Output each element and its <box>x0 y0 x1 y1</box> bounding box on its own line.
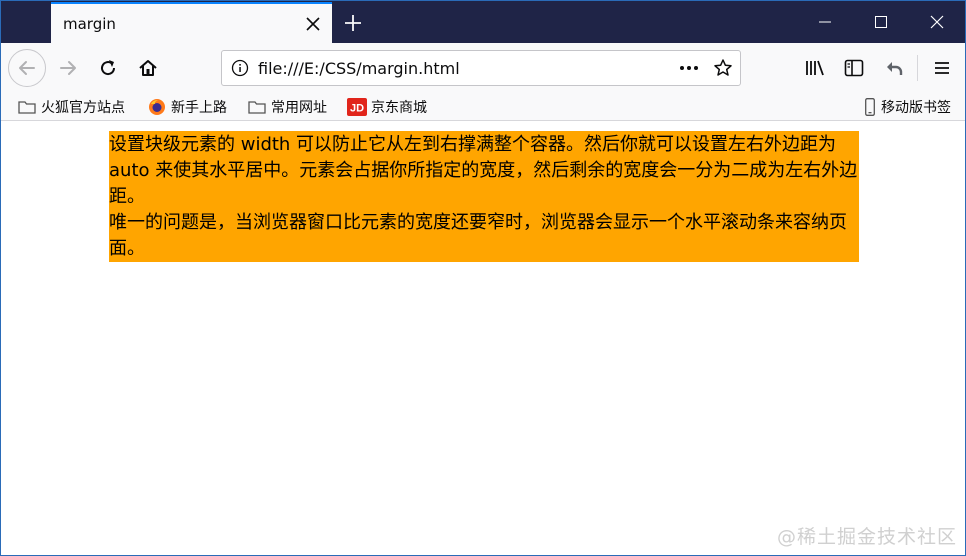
library-icon[interactable] <box>799 52 831 84</box>
centered-block: 设置块级元素的 width 可以防止它从左到右撑满整个容器。然后你就可以设置左右… <box>109 131 859 262</box>
bookmark-label: 新手上路 <box>171 100 227 116</box>
undo-arrow-icon[interactable] <box>878 52 910 84</box>
reload-icon[interactable] <box>92 52 124 84</box>
mobile-bookmarks-label: 移动版书签 <box>881 100 951 116</box>
url-text[interactable]: file:///E:/CSS/margin.html <box>258 59 672 78</box>
window-close-icon[interactable] <box>909 1 965 43</box>
close-tab-icon[interactable] <box>298 9 328 39</box>
paragraph: 设置块级元素的 width 可以防止它从左到右撑满整个容器。然后你就可以设置左右… <box>109 134 858 207</box>
toolbar-divider <box>917 55 918 81</box>
home-icon[interactable] <box>132 52 164 84</box>
minimize-icon[interactable] <box>797 1 853 43</box>
mobile-bookmarks[interactable]: 移动版书签 <box>863 96 951 118</box>
folder-icon <box>17 98 37 116</box>
page-content: 设置块级元素的 width 可以防止它从左到右撑满整个容器。然后你就可以设置左右… <box>1 122 965 555</box>
sidebar-icon[interactable] <box>838 52 870 84</box>
mobile-icon <box>863 98 877 116</box>
tab-title: margin <box>63 14 116 33</box>
svg-text:JD: JD <box>350 103 364 115</box>
bookmark-jd-mall[interactable]: JD 京东商城 <box>347 96 427 118</box>
bookmark-label: 火狐官方站点 <box>41 100 125 116</box>
folder-icon <box>247 98 267 116</box>
bookmark-getting-started[interactable]: 新手上路 <box>147 96 227 118</box>
firefox-icon <box>147 98 167 116</box>
jd-icon: JD <box>347 98 367 116</box>
page-actions-icon[interactable] <box>672 51 706 85</box>
bookmarks-toolbar: 火狐官方站点 新手上路 常用网址 JD 京东商城 移动版书签 <box>1 93 965 121</box>
menu-icon[interactable] <box>926 52 958 84</box>
bookmark-common-sites[interactable]: 常用网址 <box>247 96 327 118</box>
new-tab-icon[interactable] <box>337 7 369 39</box>
bookmark-label: 京东商城 <box>371 100 427 116</box>
bookmark-star-icon[interactable] <box>706 51 740 85</box>
maximize-icon[interactable] <box>853 1 909 43</box>
back-icon[interactable] <box>8 49 46 87</box>
bookmark-label: 常用网址 <box>271 100 327 116</box>
info-icon[interactable] <box>222 51 258 85</box>
tab-margin[interactable]: margin <box>51 2 332 43</box>
url-bar[interactable]: file:///E:/CSS/margin.html <box>221 50 741 86</box>
title-bar: margin <box>1 1 965 43</box>
paragraph: 唯一的问题是，当浏览器窗口比元素的宽度还要窄时，浏览器会显示一个水平滚动条来容纳… <box>109 212 847 259</box>
navigation-toolbar: file:///E:/CSS/margin.html <box>1 43 965 93</box>
watermark: @稀土掘金技术社区 <box>776 526 957 548</box>
browser-window: margin file:///E:/CSS/margin.html 火狐官方站点… <box>0 0 966 556</box>
forward-icon[interactable] <box>52 52 84 84</box>
bookmark-firefox-official[interactable]: 火狐官方站点 <box>17 96 125 118</box>
